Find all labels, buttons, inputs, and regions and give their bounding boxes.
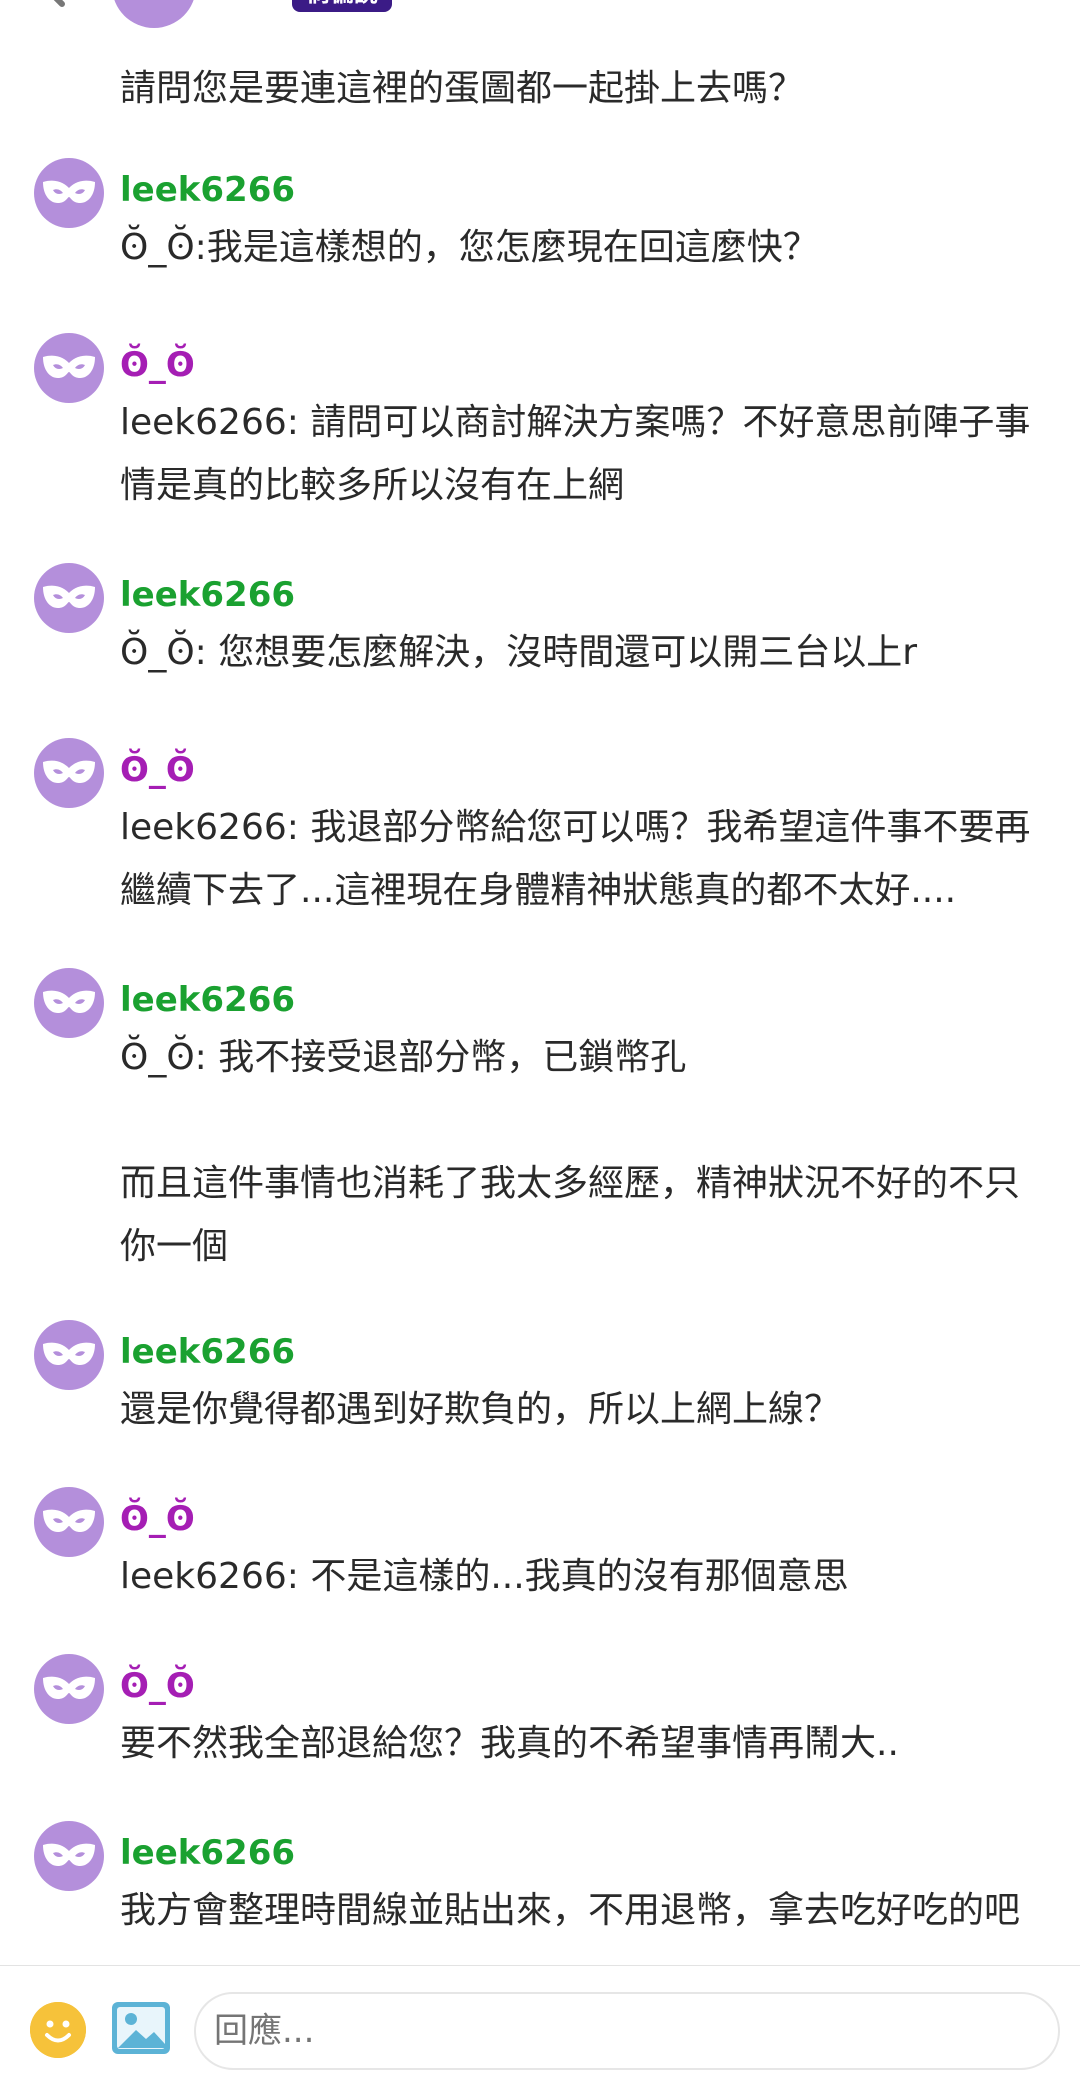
back-arrow-icon[interactable]	[40, 0, 74, 8]
mask-icon	[43, 1676, 95, 1700]
comment-text: ʘ̆_ʘ̆: 我不接受退部分幣，已鎖幣孔 而且這件事情也消耗了我太多經歷，精神狀…	[120, 1037, 1021, 1267]
image-icon[interactable]	[112, 2002, 170, 2054]
username[interactable]: leek6266	[120, 1332, 295, 1372]
reply-input[interactable]	[194, 1992, 1060, 2070]
mask-icon	[43, 1843, 95, 1867]
avatar[interactable]	[34, 968, 104, 1038]
comment-text: leek6266: 不是這樣的...我真的沒有那個意思	[120, 1556, 849, 1597]
mask-icon	[43, 1342, 95, 1366]
mask-icon	[43, 990, 95, 1014]
comment-text: 要不然我全部退給您？我真的不希望事情再鬧大..	[120, 1723, 899, 1764]
comment-text: ʘ̆_ʘ̆: 您想要怎麼解決，沒時間還可以開三台以上r	[120, 632, 918, 673]
comment-text: ʘ̆_ʘ̆:我是這樣想的，您怎麼現在回這麼快？	[120, 227, 819, 268]
comment-text: leek6266: 我退部分幣給您可以嗎？我希望這件事不要再繼續下去了...這裡…	[120, 807, 1031, 911]
mask-icon	[43, 355, 95, 379]
avatar[interactable]	[34, 158, 104, 228]
username[interactable]: ʘ̆_ʘ̆	[120, 1666, 195, 1706]
avatar[interactable]	[34, 738, 104, 808]
comment-text: leek6266: 請問可以商討解決方案嗎？不好意思前陣子事情是真的比較多所以沒…	[120, 402, 1031, 506]
username[interactable]: ʘ̆_ʘ̆	[120, 1499, 195, 1539]
username[interactable]: leek6266	[120, 980, 295, 1020]
reply-composer	[0, 1966, 1080, 2084]
avatar[interactable]	[34, 563, 104, 633]
comment-text: 還是你覺得都遇到好欺負的，所以上網上線？	[120, 1389, 841, 1430]
smiley-icon[interactable]	[30, 2002, 86, 2058]
avatar[interactable]	[34, 333, 104, 403]
username[interactable]: leek6266	[120, 575, 295, 615]
mask-icon	[43, 585, 95, 609]
mask-icon	[43, 760, 95, 784]
user-badge: 倘偏說	[292, 0, 392, 12]
mask-icon	[43, 1509, 95, 1533]
avatar[interactable]	[34, 1654, 104, 1724]
comment-text: 我方會整理時間線並貼出來，不用退幣，拿去吃好吃的吧	[120, 1890, 1021, 1931]
mask-icon	[43, 180, 95, 204]
previous-comment-header: 倘偏說	[0, 0, 1080, 28]
avatar[interactable]	[34, 1320, 104, 1390]
smiley-face-glyph	[30, 2002, 86, 2058]
username[interactable]: leek6266	[120, 1833, 295, 1873]
comment-feed[interactable]: 倘偏說 請問您是要連這裡的蛋圖都一起掛上去嗎？ leek6266 ʘ̆_ʘ̆:我…	[0, 0, 1080, 1965]
avatar[interactable]	[34, 1487, 104, 1557]
avatar[interactable]	[34, 1821, 104, 1891]
username[interactable]: ʘ̆_ʘ̆	[120, 345, 195, 385]
avatar[interactable]	[112, 0, 196, 28]
username[interactable]: leek6266	[120, 170, 295, 210]
username[interactable]: ʘ̆_ʘ̆	[120, 750, 195, 790]
comment-text: 請問您是要連這裡的蛋圖都一起掛上去嗎？	[120, 68, 805, 109]
